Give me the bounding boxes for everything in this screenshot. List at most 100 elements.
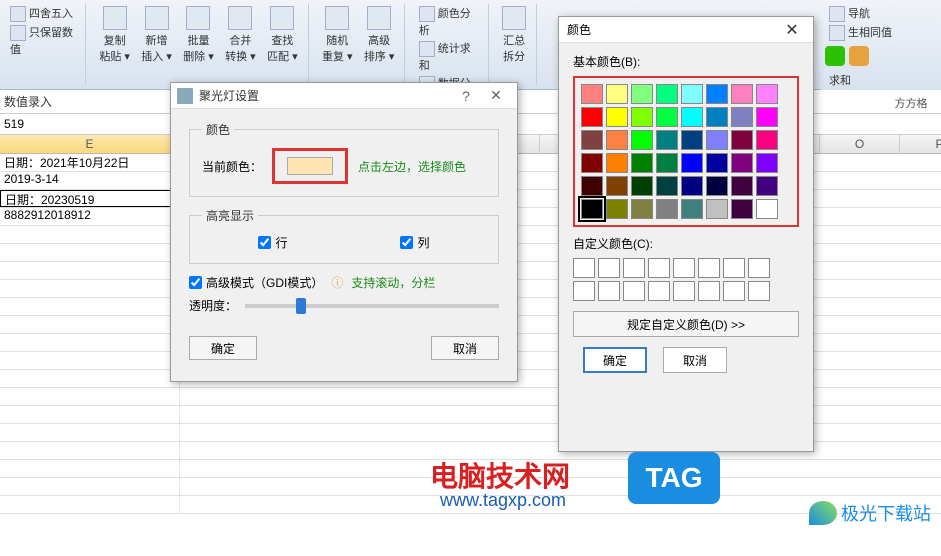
ok-button[interactable]: 确定 — [189, 336, 257, 360]
cell[interactable] — [0, 262, 180, 279]
color-swatch[interactable] — [681, 153, 703, 173]
color-swatch[interactable] — [681, 130, 703, 150]
cell[interactable] — [0, 298, 180, 315]
chk-row-input[interactable] — [258, 236, 271, 249]
color-swatch[interactable] — [656, 176, 678, 196]
color-swatch[interactable] — [756, 107, 778, 127]
color-swatch[interactable] — [681, 176, 703, 196]
ribbon-merge[interactable]: 合并转换 ▾ — [221, 4, 260, 66]
color-swatch[interactable] — [731, 153, 753, 173]
color-swatch[interactable] — [731, 84, 753, 104]
custom-swatch[interactable] — [648, 281, 670, 301]
custom-swatch[interactable] — [723, 258, 745, 278]
cell[interactable] — [0, 478, 180, 495]
color-swatch[interactable] — [581, 153, 603, 173]
custom-swatch[interactable] — [648, 258, 670, 278]
color-swatch[interactable] — [731, 107, 753, 127]
custom-swatch[interactable] — [598, 281, 620, 301]
color-swatch[interactable] — [631, 84, 653, 104]
color-swatch[interactable] — [606, 199, 628, 219]
color-swatch[interactable] — [606, 84, 628, 104]
ribbon-random[interactable]: 随机重复 ▾ — [318, 4, 357, 66]
custom-swatch[interactable] — [573, 281, 595, 301]
cancel-button[interactable]: 取消 — [663, 347, 727, 373]
color-swatch[interactable] — [581, 107, 603, 127]
custom-swatch[interactable] — [698, 281, 720, 301]
color-swatch[interactable] — [681, 199, 703, 219]
color-swatch[interactable] — [581, 176, 603, 196]
custom-swatch[interactable] — [573, 258, 595, 278]
cancel-button[interactable]: 取消 — [431, 336, 499, 360]
cell[interactable] — [0, 388, 180, 405]
color-swatch[interactable] — [756, 84, 778, 104]
custom-swatch[interactable] — [673, 281, 695, 301]
checkbox-advanced[interactable]: 高级模式（GDI模式） — [189, 274, 323, 291]
color-swatch[interactable] — [706, 153, 728, 173]
close-button[interactable]: ✕ — [779, 20, 805, 40]
cell[interactable] — [0, 244, 180, 261]
color-swatch[interactable] — [681, 107, 703, 127]
color-swatch[interactable] — [656, 107, 678, 127]
cell[interactable] — [0, 406, 180, 423]
custom-swatch[interactable] — [698, 258, 720, 278]
ribbon-sort[interactable]: 高级排序 ▾ — [360, 4, 399, 66]
checkbox-row[interactable]: 行 — [258, 234, 287, 251]
cell[interactable]: 日期：20230519 — [0, 190, 180, 207]
color-swatch[interactable] — [731, 199, 753, 219]
close-button[interactable]: ✕ — [481, 87, 511, 104]
custom-swatch[interactable] — [623, 258, 645, 278]
custom-swatch[interactable] — [673, 258, 695, 278]
help-button[interactable]: ? — [451, 88, 481, 104]
color-swatch[interactable] — [606, 107, 628, 127]
weibo-icon[interactable] — [849, 46, 869, 66]
col-header-p[interactable]: P — [900, 135, 941, 153]
chk-col-input[interactable] — [400, 236, 413, 249]
cell[interactable] — [0, 496, 180, 513]
color-swatch[interactable] — [581, 130, 603, 150]
color-swatch[interactable] — [606, 176, 628, 196]
cell[interactable] — [0, 370, 180, 387]
color-swatch[interactable] — [706, 176, 728, 196]
cell[interactable] — [0, 424, 180, 441]
color-swatch[interactable] — [706, 107, 728, 127]
color-swatch[interactable] — [656, 130, 678, 150]
custom-swatch[interactable] — [623, 281, 645, 301]
color-swatch[interactable] — [706, 84, 728, 104]
ribbon-nav[interactable]: 导航 — [825, 4, 937, 23]
info-icon[interactable]: ⓘ — [331, 274, 343, 291]
cell[interactable] — [0, 334, 180, 351]
ribbon-stat-sum[interactable]: 统计求和 — [415, 39, 482, 74]
dialog-titlebar[interactable]: 聚光灯设置 ? ✕ — [171, 83, 517, 109]
cell[interactable] — [0, 280, 180, 297]
color-swatch[interactable] — [631, 153, 653, 173]
cell[interactable]: 8882912018912 — [0, 208, 180, 225]
color-swatch[interactable] — [606, 130, 628, 150]
color-swatch[interactable] — [606, 153, 628, 173]
color-swatch[interactable] — [681, 84, 703, 104]
color-swatch[interactable] — [656, 84, 678, 104]
cell[interactable] — [0, 460, 180, 477]
color-swatch[interactable] — [731, 130, 753, 150]
dialog-titlebar[interactable]: 颜色 ✕ — [559, 17, 813, 43]
ribbon-find[interactable]: 查找匹配 ▾ — [263, 4, 302, 66]
color-swatch[interactable] — [706, 199, 728, 219]
ribbon-round[interactable]: 四舍五入 — [6, 4, 79, 23]
color-swatch[interactable] — [631, 107, 653, 127]
color-swatch[interactable] — [656, 199, 678, 219]
color-swatch[interactable] — [756, 199, 778, 219]
col-header-e[interactable]: E — [0, 135, 180, 153]
ribbon-summary[interactable]: 汇总拆分 — [498, 4, 530, 66]
custom-swatch[interactable] — [748, 281, 770, 301]
checkbox-col[interactable]: 列 — [400, 234, 429, 251]
col-header-o[interactable]: O — [820, 135, 900, 153]
color-swatch[interactable] — [581, 84, 603, 104]
custom-swatch[interactable] — [598, 258, 620, 278]
ok-button[interactable]: 确定 — [583, 347, 647, 373]
color-swatch[interactable] — [731, 176, 753, 196]
cell[interactable] — [0, 352, 180, 369]
slider-thumb[interactable] — [296, 298, 306, 314]
cell[interactable]: 2019-3-14 — [0, 172, 180, 189]
define-custom-button[interactable]: 规定自定义颜色(D) >> — [573, 311, 799, 337]
cell[interactable] — [0, 316, 180, 333]
color-swatch[interactable] — [756, 130, 778, 150]
